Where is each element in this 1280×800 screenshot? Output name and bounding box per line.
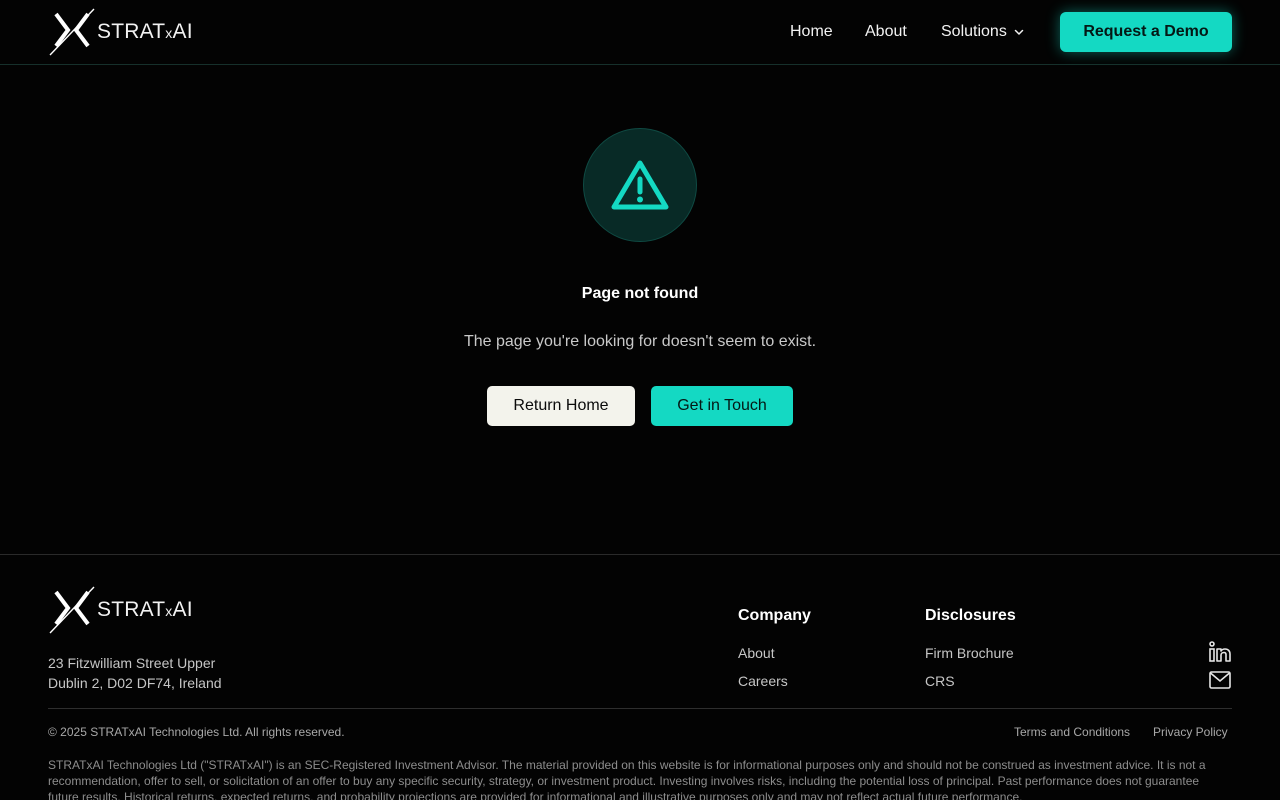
nav-solutions-label: Solutions <box>941 23 1007 40</box>
footer-link-crs[interactable]: CRS <box>925 673 955 689</box>
site-header: STRATxAI Home About Solutions Request a … <box>0 0 1280 65</box>
header-logo[interactable]: STRATxAI <box>48 8 193 56</box>
legal-disclaimer: STRATxAI Technologies Ltd ("STRATxAI") i… <box>48 758 1206 800</box>
warning-badge <box>583 128 697 242</box>
footer-link-firm-brochure[interactable]: Firm Brochure <box>925 645 1014 661</box>
get-in-touch-button[interactable]: Get in Touch <box>651 386 793 426</box>
nav-solutions[interactable]: Solutions <box>941 23 1025 41</box>
address-line-2: Dublin 2, D02 DF74, Ireland <box>48 675 222 691</box>
footer-link-careers[interactable]: Careers <box>738 673 788 689</box>
logo-wordmark: STRATxAI <box>97 598 193 621</box>
return-home-button[interactable]: Return Home <box>487 386 635 426</box>
site-footer: STRATxAI 23 Fitzwilliam Street Upper Dub… <box>0 554 1280 800</box>
warning-triangle-icon <box>611 160 669 210</box>
nav-home[interactable]: Home <box>790 23 833 41</box>
error-message: The page you're looking for doesn't seem… <box>463 333 817 350</box>
nav-about[interactable]: About <box>865 23 907 41</box>
terms-link[interactable]: Terms and Conditions <box>1014 725 1130 739</box>
company-address: 23 Fitzwilliam Street Upper Dublin 2, D0… <box>48 653 222 693</box>
stratxai-logo-icon <box>49 586 95 634</box>
footer-logo[interactable]: STRATxAI <box>48 586 193 634</box>
logo-wordmark: STRATxAI <box>97 20 193 43</box>
footer-divider <box>48 708 1232 709</box>
mail-icon[interactable] <box>1208 668 1232 692</box>
footer-heading-company: Company <box>738 607 811 624</box>
footer-heading-disclosures: Disclosures <box>925 607 1016 624</box>
copyright-text: © 2025 STRATxAI Technologies Ltd. All ri… <box>48 725 345 739</box>
address-line-1: 23 Fitzwilliam Street Upper <box>48 655 216 671</box>
privacy-link[interactable]: Privacy Policy <box>1153 725 1228 739</box>
stratxai-logo-icon <box>49 8 95 56</box>
page-title: Page not found <box>581 285 699 302</box>
chevron-down-icon <box>1014 29 1024 35</box>
request-demo-button[interactable]: Request a Demo <box>1060 12 1232 52</box>
footer-link-about[interactable]: About <box>738 645 775 661</box>
linkedin-icon[interactable] <box>1208 640 1232 664</box>
